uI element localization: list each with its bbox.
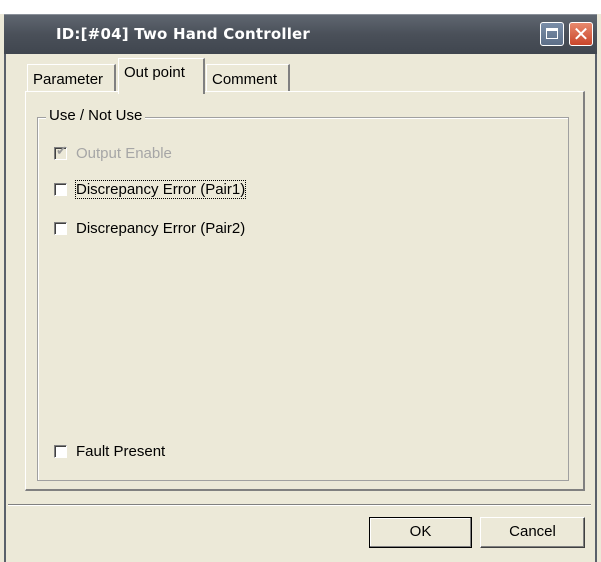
close-button[interactable]: ✕: [569, 22, 593, 46]
output-enable-label: Output Enable: [76, 144, 172, 162]
group-title: Use / Not Use: [46, 107, 146, 124]
fault-present-checkbox[interactable]: Fault Present: [54, 441, 165, 461]
ok-button[interactable]: OK: [369, 517, 472, 548]
title-bar[interactable]: ID:[#04] Two Hand Controller ✕: [4, 14, 597, 54]
output-enable-box[interactable]: ✔: [54, 143, 67, 160]
tab-out-point[interactable]: Out point: [118, 58, 205, 94]
tab-comment[interactable]: Comment: [206, 64, 290, 92]
background-strip: [0, 0, 601, 14]
fault-present-box[interactable]: [54, 444, 67, 458]
discrepancy-pair2-checkbox[interactable]: Discrepancy Error (Pair2): [54, 218, 245, 238]
discrepancy-pair2-box[interactable]: [54, 221, 67, 235]
use-group-box: [37, 117, 569, 481]
tab-parameter[interactable]: Parameter: [27, 64, 116, 92]
button-separator: [8, 504, 591, 506]
discrepancy-pair2-label: Discrepancy Error (Pair2): [76, 219, 246, 237]
checkmark-icon: ✔: [56, 143, 67, 159]
output-enable-checkbox[interactable]: ✔ Output Enable: [54, 143, 172, 163]
discrepancy-pair1-checkbox[interactable]: Discrepancy Error (Pair1): [54, 179, 247, 199]
close-icon: ✕: [572, 22, 590, 46]
discrepancy-pair1-label: Discrepancy Error (Pair1): [74, 179, 247, 199]
fault-present-label: Fault Present: [76, 442, 166, 460]
discrepancy-pair1-box[interactable]: [54, 182, 67, 196]
maximize-button[interactable]: [540, 22, 564, 46]
maximize-icon: [546, 28, 558, 39]
window-title: ID:[#04] Two Hand Controller: [56, 25, 311, 43]
cancel-button[interactable]: Cancel: [480, 517, 585, 548]
